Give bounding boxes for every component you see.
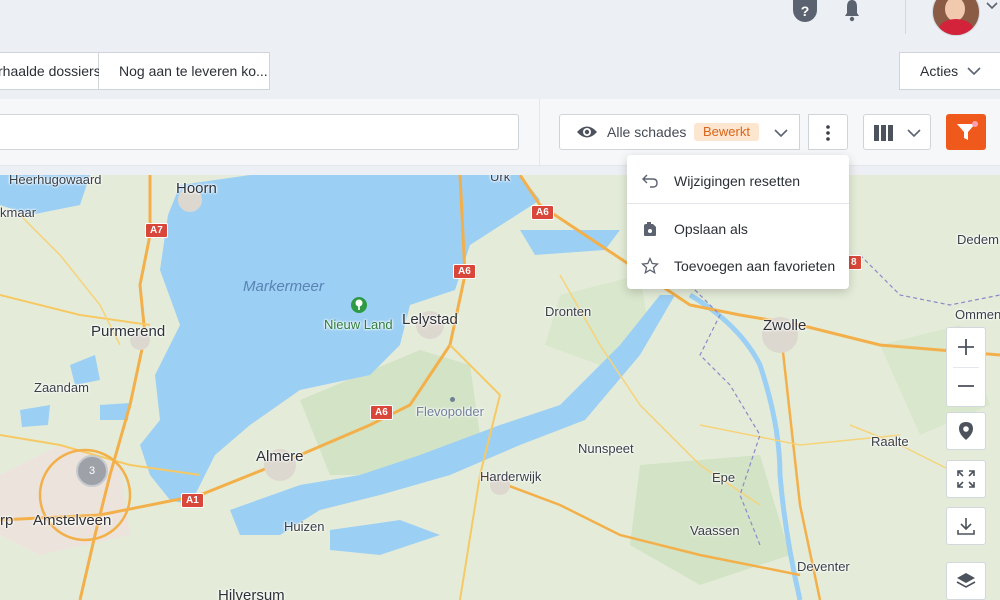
road-shield-a6: A6 [370, 405, 393, 420]
avatar[interactable] [932, 0, 980, 36]
fullscreen-button[interactable] [946, 460, 986, 498]
layers-button[interactable] [946, 562, 986, 600]
place-dedemsvaart: Dedem [957, 232, 999, 247]
place-hoorn: Hoorn [176, 180, 217, 197]
save-as-icon [644, 222, 656, 236]
toolbar-divider [539, 99, 540, 165]
place-alkmaar: kmaar [0, 205, 37, 220]
columns-icon [874, 125, 893, 141]
chevron-down-icon [967, 67, 981, 76]
header-divider [905, 0, 906, 34]
download-icon [957, 518, 975, 535]
place-hilversum: Hilversum [218, 587, 285, 600]
tab-bar: rhaalde dossiers Nog aan te leveren ko..… [0, 52, 270, 90]
star-icon [641, 257, 659, 275]
menu-item-label: Toevoegen aan favorieten [674, 258, 836, 274]
tab-herhaalde-dossiers[interactable]: rhaalde dossiers [0, 52, 101, 90]
place-urk: Urk [490, 175, 511, 184]
menu-item-add-to-favorites[interactable]: Toevoegen aan favorieten [627, 248, 849, 284]
place-nieuw-land: Nieuw Land [324, 317, 393, 332]
view-selector-label: Alle schades [607, 124, 687, 140]
place-ommen: Ommen [955, 307, 1000, 322]
chevron-down-icon [907, 129, 921, 138]
help-icon[interactable]: ? [793, 0, 817, 22]
zoom-divider [953, 367, 979, 368]
map[interactable]: Heerhugowaard Hoorn Urk kmaar Markermeer… [0, 175, 1000, 600]
place-epe: Epe [712, 470, 736, 485]
more-options-button[interactable] [808, 114, 848, 150]
place-zwolle: Zwolle [763, 317, 807, 334]
acties-label: Acties [920, 63, 959, 79]
road-shield-a1: A1 [181, 493, 204, 508]
search-input[interactable] [0, 114, 519, 150]
road-shield-a6: A6 [453, 264, 476, 279]
acties-button[interactable]: Acties [899, 52, 1000, 90]
chevron-down-icon [774, 129, 788, 138]
filter-button[interactable] [946, 114, 986, 150]
columns-button[interactable] [863, 114, 931, 150]
place-huizen: Huizen [284, 519, 325, 534]
menu-item-reset-changes[interactable]: Wijzigingen resetten [627, 163, 849, 199]
zoom-control [946, 327, 986, 407]
avatar-face [945, 0, 965, 21]
zoom-out-icon[interactable] [956, 376, 976, 396]
place-partial-west: rp [0, 512, 14, 529]
tab-nog-aan-te-leveren[interactable]: Nog aan te leveren ko... [99, 52, 270, 90]
menu-item-label: Opslaan als [674, 221, 748, 237]
top-bar: ? [0, 0, 1000, 40]
place-raalte: Raalte [871, 434, 909, 449]
menu-item-save-as[interactable]: Opslaan als [627, 211, 849, 247]
download-button[interactable] [946, 507, 986, 545]
place-nunspeet: Nunspeet [578, 441, 634, 456]
place-deventer: Deventer [797, 559, 850, 574]
more-vertical-icon [826, 125, 830, 141]
water-markermeer: Markermeer [243, 278, 324, 295]
bell-icon[interactable] [841, 0, 863, 22]
more-options-menu: Wijzigingen resetten Opslaan als Toevoeg… [627, 155, 849, 289]
menu-divider [627, 203, 849, 204]
menu-item-label: Wijzigingen resetten [674, 173, 801, 189]
zoom-in-icon[interactable] [956, 337, 976, 357]
filter-active-dot [972, 121, 978, 127]
place-almere: Almere [256, 448, 304, 465]
layers-icon [956, 573, 976, 588]
place-heerhugowaard: Heerhugowaard [9, 175, 102, 187]
undo-icon [642, 174, 658, 188]
edited-badge: Bewerkt [694, 123, 759, 141]
toolbar: Alle schades Bewerkt [0, 99, 1000, 166]
place-vaassen: Vaassen [690, 523, 740, 538]
eye-icon [577, 126, 597, 138]
place-flevopolder: Flevopolder [416, 404, 484, 419]
locate-button[interactable] [946, 412, 986, 450]
place-amstelveen: Amstelveen [33, 512, 112, 529]
park-icon [351, 297, 367, 313]
fullscreen-icon [957, 470, 975, 488]
location-pin-icon [959, 422, 973, 440]
avatar-shirt [939, 19, 973, 35]
road-shield-a7: A7 [145, 223, 168, 238]
flevopolder-dot [450, 397, 455, 402]
place-harderwijk: Harderwijk [480, 469, 542, 484]
chevron-down-icon[interactable] [985, 0, 999, 14]
road-shield-a6: A6 [531, 205, 554, 220]
place-dronten: Dronten [545, 304, 592, 319]
place-zaandam: Zaandam [34, 380, 89, 395]
map-background [0, 175, 1000, 600]
place-purmerend: Purmerend [91, 323, 166, 340]
marker-cluster[interactable]: 3 [76, 455, 108, 487]
place-lelystad: Lelystad [402, 311, 458, 328]
view-selector[interactable]: Alle schades Bewerkt [559, 114, 800, 150]
